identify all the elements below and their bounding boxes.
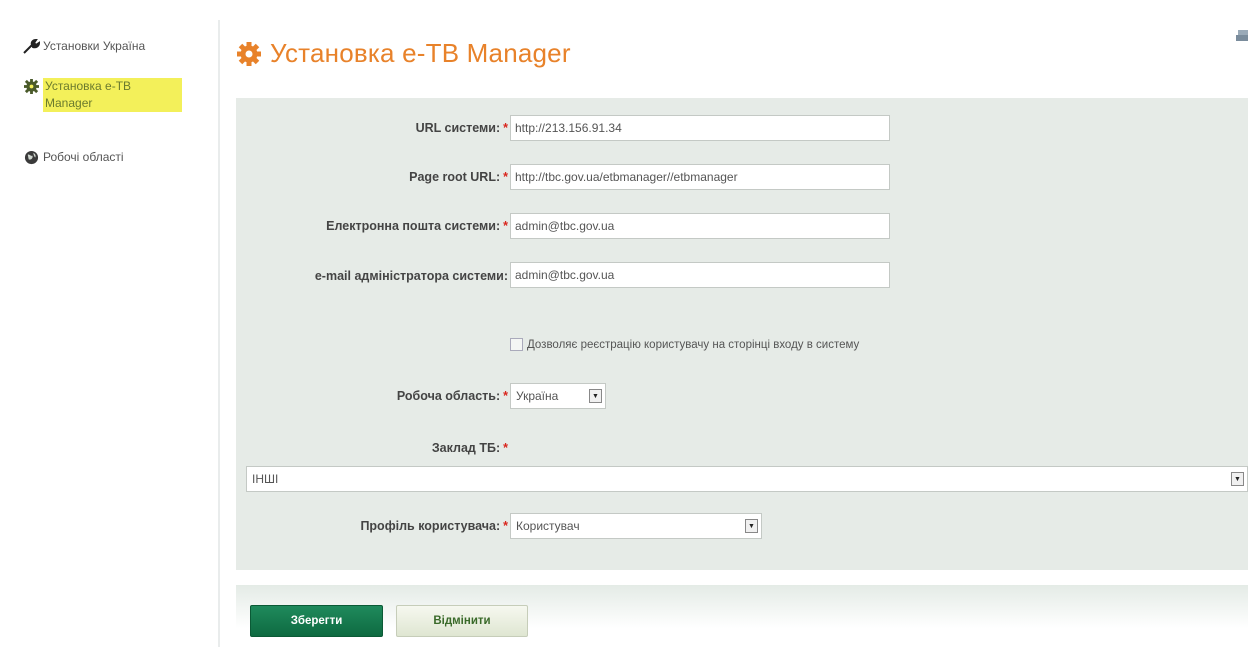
sidebar-item-workspaces[interactable]: Робочі області <box>22 149 124 166</box>
allow-register-checkbox[interactable] <box>510 338 523 351</box>
wrench-icon <box>22 38 40 55</box>
page-title: Установка e-TB Manager <box>270 38 571 68</box>
gear-icon <box>22 78 40 95</box>
workspace-select[interactable]: Україна ▼ <box>510 383 606 409</box>
sidebar-item-label: Установка e-TB Manager <box>43 78 182 112</box>
system-url-input[interactable]: http://213.156.91.34 <box>510 115 890 141</box>
settings-form: URL системи: * http://213.156.91.34 Page … <box>236 98 1248 570</box>
page-header: Установка e-TB Manager <box>236 38 571 69</box>
chevron-down-icon: ▼ <box>745 519 758 533</box>
sidebar-item-ukraine-settings[interactable]: Установки Україна <box>22 38 145 55</box>
action-bar: Зберегти Відмінити <box>236 585 1248 647</box>
facility-value: ІНШІ <box>252 472 279 486</box>
allow-register-label: Дозволяє реєстрацію користувачу на сторі… <box>527 338 860 351</box>
facility-label: Заклад ТБ: * <box>431 441 508 455</box>
workspace-label: Робоча область: * <box>396 389 508 403</box>
required-mark: * <box>503 389 508 403</box>
page: Установки Україна Установка e-TB Manager… <box>0 0 1248 647</box>
chevron-down-icon: ▼ <box>589 389 602 403</box>
url-label: URL системи: * <box>415 121 508 135</box>
sidebar-item-etb-setup[interactable]: Установка e-TB Manager <box>22 78 182 112</box>
print-icon[interactable] <box>1236 30 1248 44</box>
system-email-label: Електронна пошта системи: * <box>326 219 508 233</box>
sidebar-item-label: Робочі області <box>43 150 124 164</box>
save-button[interactable]: Зберегти <box>250 605 383 637</box>
profile-value: Користувач <box>516 519 580 533</box>
required-mark: * <box>503 121 508 135</box>
sidebar: Установки Україна Установка e-TB Manager… <box>0 0 220 647</box>
required-mark: * <box>503 441 508 455</box>
system-email-input[interactable]: admin@tbc.gov.ua <box>510 213 890 239</box>
admin-email-input[interactable]: admin@tbc.gov.ua <box>510 262 890 288</box>
facility-select[interactable]: ІНШІ ▼ <box>246 466 1248 492</box>
workspace-value: Україна <box>516 389 559 403</box>
allow-register-row: Дозволяє реєстрацію користувачу на сторі… <box>510 338 859 351</box>
profile-label: Профіль користувача: * <box>360 519 508 533</box>
required-mark: * <box>503 219 508 233</box>
sidebar-divider <box>218 20 220 647</box>
gear-icon <box>236 41 262 67</box>
page-root-url-input[interactable]: http://tbc.gov.ua/etbmanager//etbmanager <box>510 164 890 190</box>
root-url-label: Page root URL: * <box>409 170 508 184</box>
required-mark: * <box>503 170 508 184</box>
admin-email-label: e-mail адміністратора системи: <box>314 269 508 283</box>
user-profile-select[interactable]: Користувач ▼ <box>510 513 762 539</box>
required-mark: * <box>503 519 508 533</box>
cancel-button[interactable]: Відмінити <box>396 605 528 637</box>
chevron-down-icon: ▼ <box>1231 472 1244 486</box>
globe-icon <box>22 149 40 166</box>
sidebar-item-label: Установки Україна <box>43 39 146 53</box>
